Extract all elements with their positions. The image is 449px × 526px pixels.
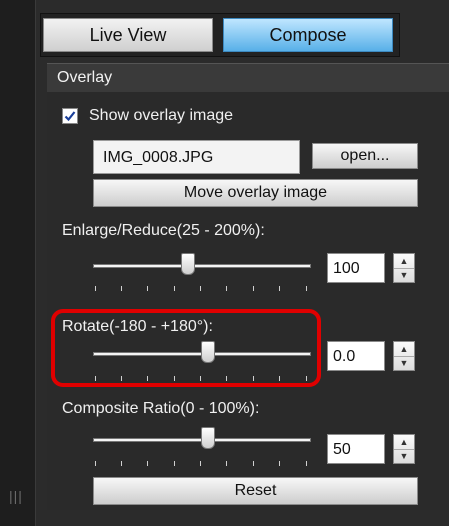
overlay-section-header[interactable]: Overlay — [47, 63, 449, 93]
spin-down-icon[interactable]: ▼ — [394, 356, 414, 370]
overlay-file-name-field[interactable]: IMG_0008.JPG — [93, 140, 300, 174]
spin-up-icon[interactable]: ▲ — [394, 435, 414, 450]
rotate-highlight-frame — [51, 309, 321, 387]
tab-compose[interactable]: Compose — [223, 18, 393, 52]
overlay-section-title: Overlay — [57, 69, 113, 86]
composite-value-input[interactable]: 50 — [327, 434, 385, 464]
show-overlay-label[interactable]: Show overlay image — [89, 107, 233, 125]
enlarge-slider-thumb[interactable] — [180, 253, 195, 275]
spin-down-icon[interactable]: ▼ — [394, 268, 414, 282]
left-dock-strip: ||| — [0, 0, 36, 526]
reset-button[interactable]: Reset — [93, 477, 418, 505]
mode-tabs: Live View Compose — [40, 13, 400, 57]
resize-grip-icon[interactable]: ||| — [9, 488, 23, 504]
spin-up-icon[interactable]: ▲ — [394, 342, 414, 357]
enlarge-slider-ticks — [95, 286, 307, 294]
spin-up-icon[interactable]: ▲ — [394, 254, 414, 269]
enlarge-value-input[interactable]: 100 — [327, 253, 385, 283]
show-overlay-checkbox[interactable] — [62, 108, 78, 124]
composite-slider-ticks — [95, 461, 307, 469]
spin-down-icon[interactable]: ▼ — [394, 449, 414, 463]
move-overlay-button[interactable]: Move overlay image — [93, 179, 418, 207]
overlay-panel-window: ||| Live View Compose Overlay Show overl… — [0, 0, 449, 526]
composite-spinner[interactable]: ▲ ▼ — [393, 434, 415, 464]
enlarge-slider-track[interactable] — [93, 264, 311, 268]
enlarge-reduce-label: Enlarge/Reduce(25 - 200%): — [62, 222, 265, 239]
rotate-spinner[interactable]: ▲ ▼ — [393, 341, 415, 371]
enlarge-spinner[interactable]: ▲ ▼ — [393, 253, 415, 283]
composite-ratio-label: Composite Ratio(0 - 100%): — [62, 400, 260, 417]
open-button[interactable]: open... — [312, 143, 418, 169]
rotate-value-input[interactable]: 0.0 — [327, 341, 385, 371]
tab-live-view[interactable]: Live View — [43, 18, 213, 52]
checkmark-icon — [64, 111, 76, 122]
composite-slider-thumb[interactable] — [201, 427, 215, 449]
